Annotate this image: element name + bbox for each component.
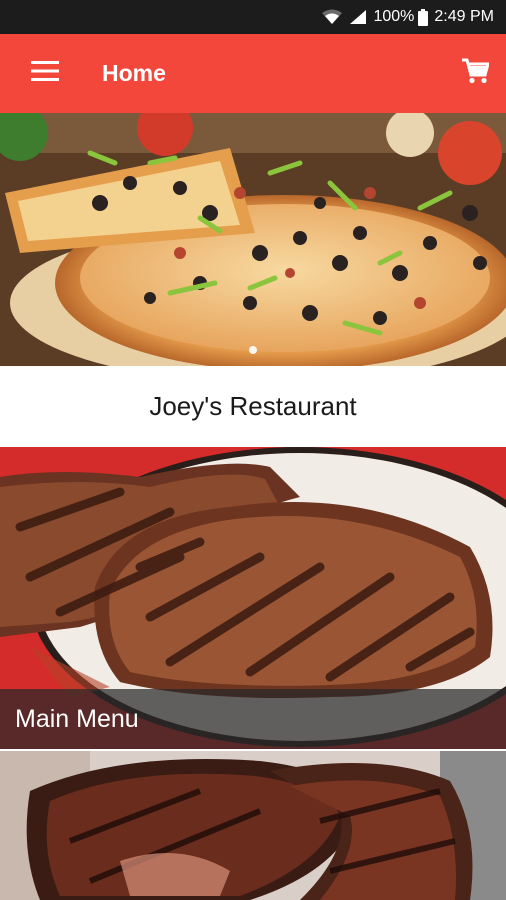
page-indicator-dot [249, 346, 257, 354]
page-indicator [0, 346, 506, 354]
restaurant-name-bar: Joey's Restaurant [0, 366, 506, 447]
pizza-image [0, 113, 506, 366]
cart-icon [461, 58, 490, 89]
app-bar: Home [0, 34, 506, 113]
cart-button[interactable] [458, 56, 492, 90]
battery-status: 100% [373, 8, 429, 26]
menu-tile-label: Main Menu [0, 689, 506, 749]
status-bar: 100% 2:49 PM [0, 0, 506, 34]
menu-tile-main[interactable]: Main Menu [0, 447, 506, 749]
banner-carousel[interactable] [0, 113, 506, 366]
battery-icon [418, 8, 429, 26]
battery-text: 100% [373, 8, 415, 25]
steak-image [0, 751, 506, 900]
menu-button[interactable] [0, 34, 90, 113]
signal-icon [349, 9, 367, 25]
clock: 2:49 PM [434, 8, 494, 25]
restaurant-name: Joey's Restaurant [149, 391, 357, 421]
wifi-icon [321, 9, 343, 25]
page-title: Home [102, 60, 166, 86]
menu-tile-second[interactable] [0, 751, 506, 900]
menu-icon [31, 61, 59, 86]
